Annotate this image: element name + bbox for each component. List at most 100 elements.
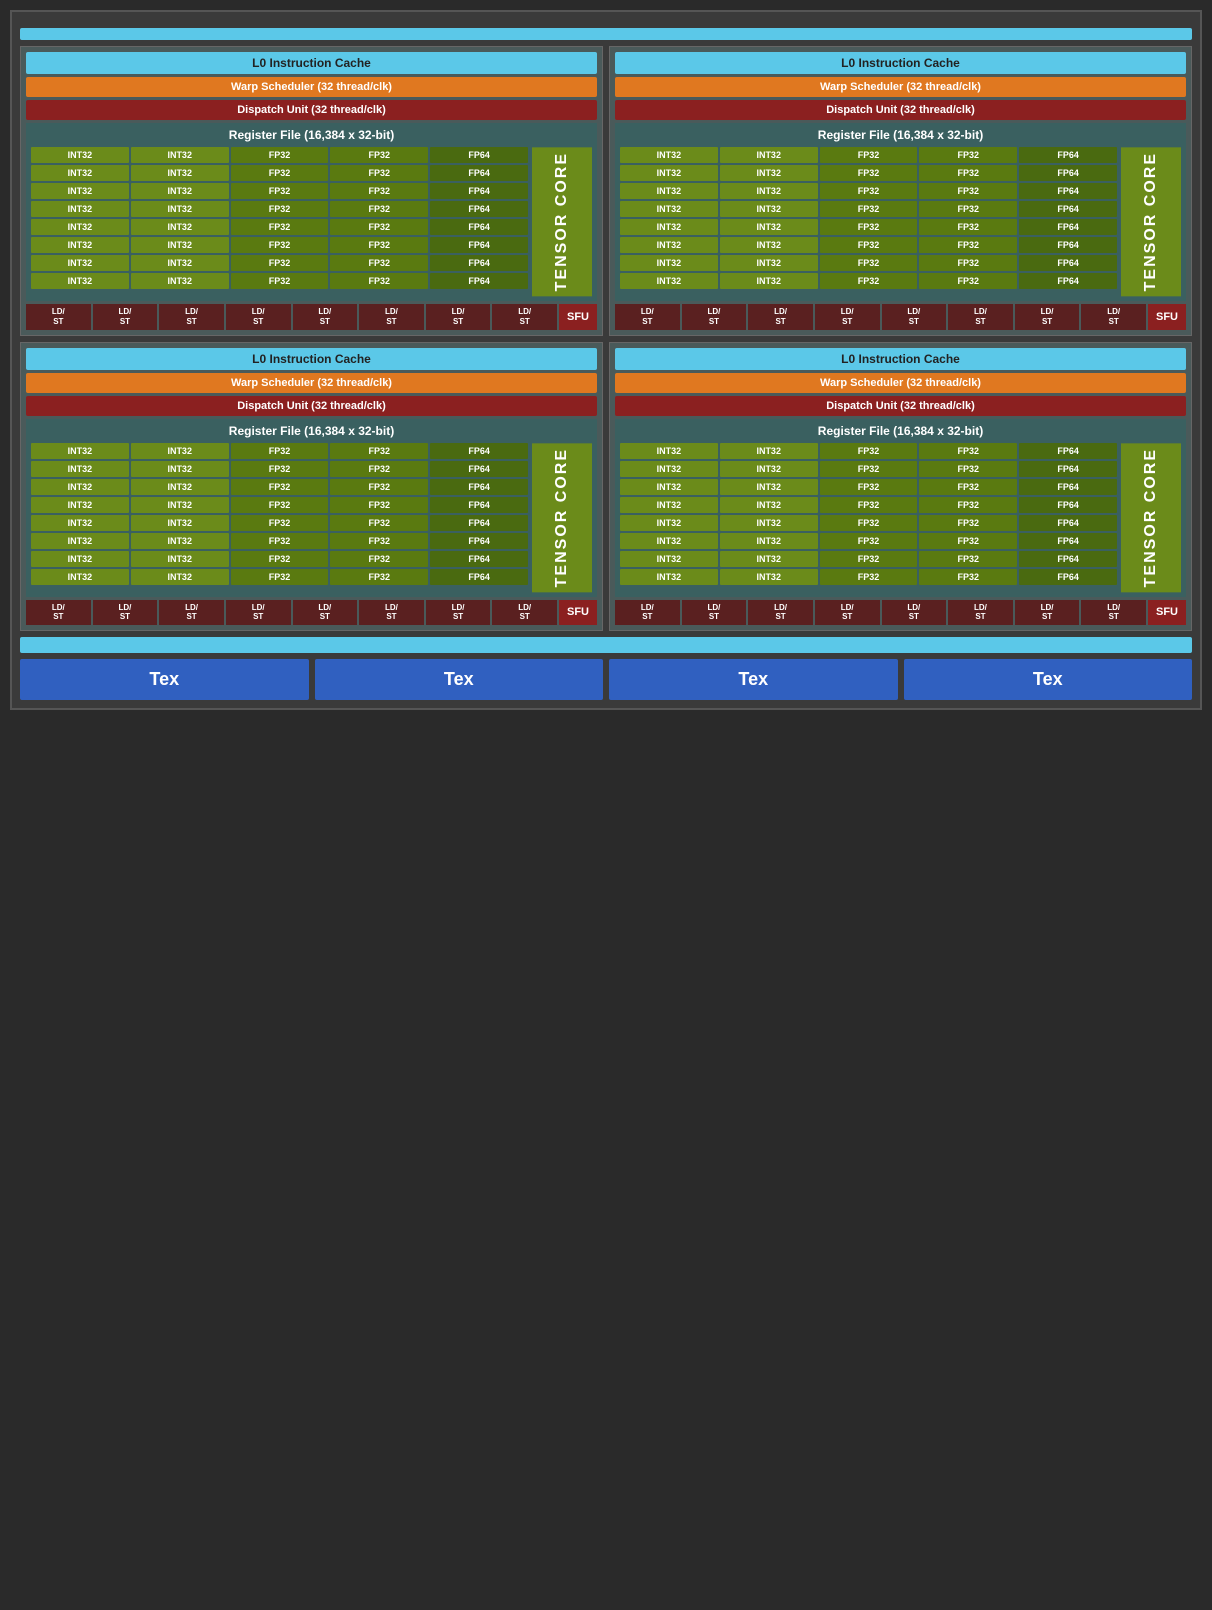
sub-processor-3: L0 Instruction CacheWarp Scheduler (32 t… <box>609 342 1192 632</box>
int32-cell-3-5-1: INT32 <box>720 533 818 549</box>
cu-row-1-1: INT32INT32FP32FP32FP64 <box>620 165 1117 181</box>
fp32-cell-2-7-1: FP32 <box>330 569 428 585</box>
ldst-cell-3-4: LD/ST <box>882 600 947 625</box>
fp64-cell-2-5: FP64 <box>430 533 528 549</box>
fp64-cell-1-0: FP64 <box>1019 147 1117 163</box>
int32-cell-1-1-0: INT32 <box>620 165 718 181</box>
ldst-cell-0-1: LD/ST <box>93 304 158 329</box>
ldst-cell-3-2: LD/ST <box>748 600 813 625</box>
register-file-label-0: Register File (16,384 x 32-bit) <box>31 128 592 142</box>
int32-cell-2-4-1: INT32 <box>131 515 229 531</box>
int32-cell-1-0-1: INT32 <box>720 147 818 163</box>
register-file-container-3: Register File (16,384 x 32-bit)INT32INT3… <box>615 419 1186 597</box>
tex-cell-1: Tex <box>315 659 604 700</box>
ldst-cell-0-6: LD/ST <box>426 304 491 329</box>
int32-cell-2-5-0: INT32 <box>31 533 129 549</box>
cu-row-1-4: INT32INT32FP32FP32FP64 <box>620 219 1117 235</box>
fp32-cell-0-6-0: FP32 <box>231 255 329 271</box>
int32-cell-2-6-1: INT32 <box>131 551 229 567</box>
fp32-cell-1-6-0: FP32 <box>820 255 918 271</box>
ldst-cell-1-0: LD/ST <box>615 304 680 329</box>
fp64-cell-2-2: FP64 <box>430 479 528 495</box>
int32-cell-0-0-1: INT32 <box>131 147 229 163</box>
fp32-cell-3-1-1: FP32 <box>919 461 1017 477</box>
int32-cell-3-7-1: INT32 <box>720 569 818 585</box>
int32-cell-0-7-0: INT32 <box>31 273 129 289</box>
compute-units-row-0: INT32INT32FP32FP32FP64INT32INT32FP32FP32… <box>31 147 592 296</box>
cu-row-2-7: INT32INT32FP32FP32FP64 <box>31 569 528 585</box>
int32-cell-1-2-0: INT32 <box>620 183 718 199</box>
fp32-cell-1-7-1: FP32 <box>919 273 1017 289</box>
fp32-cell-2-4-0: FP32 <box>231 515 329 531</box>
int32-cell-2-3-1: INT32 <box>131 497 229 513</box>
fp64-cell-3-2: FP64 <box>1019 479 1117 495</box>
int32-cell-3-1-1: INT32 <box>720 461 818 477</box>
warp-scheduler-2: Warp Scheduler (32 thread/clk) <box>26 373 597 393</box>
register-file-label-2: Register File (16,384 x 32-bit) <box>31 424 592 438</box>
fp64-cell-0-5: FP64 <box>430 237 528 253</box>
fp64-cell-3-6: FP64 <box>1019 551 1117 567</box>
dispatch-unit-3: Dispatch Unit (32 thread/clk) <box>615 396 1186 416</box>
l0-instruction-cache-0: L0 Instruction Cache <box>26 52 597 74</box>
dispatch-unit-2: Dispatch Unit (32 thread/clk) <box>26 396 597 416</box>
fp32-cell-1-2-1: FP32 <box>919 183 1017 199</box>
fp32-cell-3-7-0: FP32 <box>820 569 918 585</box>
warp-scheduler-0: Warp Scheduler (32 thread/clk) <box>26 77 597 97</box>
fp64-cell-2-0: FP64 <box>430 443 528 459</box>
tensor-core-0: TENSOR CORE <box>532 147 592 296</box>
fp32-cell-0-1-0: FP32 <box>231 165 329 181</box>
int32-cell-1-5-0: INT32 <box>620 237 718 253</box>
fp32-cell-0-1-1: FP32 <box>330 165 428 181</box>
fp64-cell-2-7: FP64 <box>430 569 528 585</box>
fp64-cell-0-4: FP64 <box>430 219 528 235</box>
sub-processor-0: L0 Instruction Cache Warp Scheduler (32 t… <box>20 46 603 336</box>
l0-instruction-cache-3: L0 Instruction Cache <box>615 348 1186 370</box>
fp32-cell-1-4-1: FP32 <box>919 219 1017 235</box>
fp64-cell-0-6: FP64 <box>430 255 528 271</box>
cu-row-2-0: INT32INT32FP32FP32FP64 <box>31 443 528 459</box>
fp32-cell-3-7-1: FP32 <box>919 569 1017 585</box>
fp32-cell-3-4-1: FP32 <box>919 515 1017 531</box>
int32-cell-2-5-1: INT32 <box>131 533 229 549</box>
int32-cell-0-2-0: INT32 <box>31 183 129 199</box>
l1-instruction-cache <box>20 28 1192 40</box>
cu-row-3-1: INT32INT32FP32FP32FP64 <box>620 461 1117 477</box>
cu-row-3-0: INT32INT32FP32FP32FP64 <box>620 443 1117 459</box>
fp64-cell-3-4: FP64 <box>1019 515 1117 531</box>
int32-cell-1-3-1: INT32 <box>720 201 818 217</box>
ldst-cell-1-4: LD/ST <box>882 304 947 329</box>
compute-units-row-1: INT32INT32FP32FP32FP64INT32INT32FP32FP32… <box>620 147 1181 296</box>
ldst-cell-2-3: LD/ST <box>226 600 291 625</box>
int32-cell-3-6-0: INT32 <box>620 551 718 567</box>
int32-cell-2-3-0: INT32 <box>31 497 129 513</box>
fp32-cell-3-0-1: FP32 <box>919 443 1017 459</box>
sub-processor-2: L0 Instruction Cache Warp Scheduler (32 t… <box>20 342 603 632</box>
fp64-cell-0-3: FP64 <box>430 201 528 217</box>
l0-instruction-cache-2: L0 Instruction Cache <box>26 348 597 370</box>
ldst-cell-3-3: LD/ST <box>815 600 880 625</box>
fp32-cell-0-5-0: FP32 <box>231 237 329 253</box>
int32-cell-0-4-1: INT32 <box>131 219 229 235</box>
cu-row-1-5: INT32INT32FP32FP32FP64 <box>620 237 1117 253</box>
compute-left-0: INT32INT32FP32FP32FP64INT32INT32FP32FP32… <box>31 147 528 296</box>
fp32-cell-1-6-1: FP32 <box>919 255 1017 271</box>
l1-data-cache <box>20 637 1192 653</box>
fp32-cell-2-5-1: FP32 <box>330 533 428 549</box>
dispatch-unit-1: Dispatch Unit (32 thread/clk) <box>615 100 1186 120</box>
ldst-cell-2-5: LD/ST <box>359 600 424 625</box>
fp32-cell-0-0-0: FP32 <box>231 147 329 163</box>
ldst-cell-2-7: LD/ST <box>492 600 557 625</box>
int32-cell-0-3-1: INT32 <box>131 201 229 217</box>
int32-cell-2-1-1: INT32 <box>131 461 229 477</box>
int32-cell-2-4-0: INT32 <box>31 515 129 531</box>
cu-row-0-5: INT32INT32FP32FP32FP64 <box>31 237 528 253</box>
int32-cell-3-0-0: INT32 <box>620 443 718 459</box>
fp32-cell-0-3-1: FP32 <box>330 201 428 217</box>
int32-cell-2-2-0: INT32 <box>31 479 129 495</box>
int32-cell-0-2-1: INT32 <box>131 183 229 199</box>
ldst-cell-3-7: LD/ST <box>1081 600 1146 625</box>
fp32-cell-2-3-1: FP32 <box>330 497 428 513</box>
fp32-cell-3-3-0: FP32 <box>820 497 918 513</box>
ldst-cell-3-5: LD/ST <box>948 600 1013 625</box>
fp32-cell-1-3-0: FP32 <box>820 201 918 217</box>
